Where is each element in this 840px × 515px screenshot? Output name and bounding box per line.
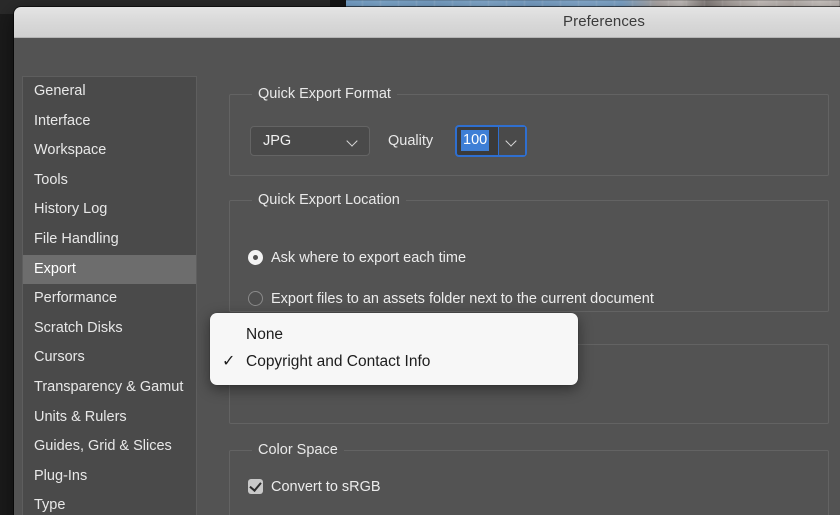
quality-stepper[interactable]: 100 [455,125,527,157]
radio-ask-where-to-export[interactable]: Ask where to export each time [248,250,466,266]
quick-export-format-legend: Quick Export Format [252,86,397,102]
window-title: Preferences [563,13,645,30]
convert-to-srgb-label: Convert to sRGB [271,479,381,495]
sidebar-item-label: Tools [34,171,68,188]
sidebar-item-guides-grid-slices[interactable]: Guides, Grid & Slices [23,432,196,462]
quick-export-format-group: Quick Export Format JPG Quality 100 [229,86,829,176]
sidebar-item-label: Transparency & Gamut [34,378,184,395]
window-body: General Interface Workspace Tools History Lo… [14,38,840,515]
menu-item-label: None [246,326,284,343]
sidebar-item-tools[interactable]: Tools [23,166,196,196]
menu-item-label: Copyright and Contact Info [246,353,431,370]
chevron-down-icon [347,136,358,147]
checkmark-icon [249,479,262,492]
quick-export-location-legend: Quick Export Location [252,192,406,208]
checkbox-indicator-checked [248,479,263,494]
quality-value: 100 [461,130,490,151]
radio-indicator-unselected [248,291,263,306]
sidebar-item-plug-ins[interactable]: Plug-Ins [23,462,196,492]
sidebar-item-file-handling[interactable]: File Handling [23,225,196,255]
screenshot-root: Preferences General Interface Workspace Too… [0,0,840,515]
sidebar-item-type[interactable]: Type [23,491,196,515]
sidebar-item-label: Workspace [34,142,107,159]
sidebar-item-label: Cursors [34,349,85,366]
sidebar-item-label: Performance [34,290,118,307]
quick-export-location-group: Quick Export Location Ask where to expor… [229,192,829,312]
sidebar-item-label: Plug-Ins [34,467,88,484]
sidebar-item-export[interactable]: Export [23,254,196,285]
sidebar-item-label: Guides, Grid & Slices [34,438,172,455]
radio-ask-where-to-export-label: Ask where to export each time [271,250,467,266]
sidebar-item-interface[interactable]: Interface [23,107,196,137]
sidebar-item-transparency-gamut[interactable]: Transparency & Gamut [23,373,196,403]
sidebar-item-scratch-disks[interactable]: Scratch Disks [23,314,196,344]
menu-item-copyright-and-contact-info[interactable]: ✓ Copyright and Contact Info [210,348,578,375]
checkmark-icon: ✓ [222,353,236,370]
radio-indicator-selected [248,250,263,265]
preferences-main-panel: Quick Export Format JPG Quality 100 Quic… [215,76,840,515]
sidebar-item-label: File Handling [34,230,119,247]
export-format-value: JPG [263,133,292,149]
sidebar-item-label: Type [34,497,66,514]
sidebar-item-label: Interface [34,112,91,129]
quality-label: Quality [388,133,434,149]
sidebar-item-label: Export [34,260,76,277]
chevron-down-icon [506,136,517,147]
sidebar-item-cursors[interactable]: Cursors [23,343,196,373]
radio-export-to-assets-folder-label: Export files to an assets folder next to… [271,291,654,307]
sidebar-item-performance[interactable]: Performance [23,284,196,314]
sidebar-item-units-rulers[interactable]: Units & Rulers [23,403,196,433]
sidebar-item-history-log[interactable]: History Log [23,195,196,225]
sidebar-item-general[interactable]: General [23,77,196,107]
menu-item-none[interactable]: None [210,321,578,348]
radio-export-to-assets-folder[interactable]: Export files to an assets folder next to… [248,291,654,307]
sidebar-item-label: History Log [34,201,108,218]
preferences-window: Preferences General Interface Workspace Too… [14,7,840,515]
quality-dropdown-button[interactable] [499,127,525,155]
quality-input[interactable]: 100 [457,127,499,155]
color-space-group: Color Space Convert to sRGB [229,442,829,515]
sidebar-item-label: General [34,83,86,99]
export-format-select[interactable]: JPG [250,126,370,156]
metadata-dropdown-menu[interactable]: None ✓ Copyright and Contact Info [210,313,578,385]
color-space-legend: Color Space [252,442,344,458]
preferences-category-list[interactable]: General Interface Workspace Tools History Lo… [22,76,197,515]
sidebar-item-workspace[interactable]: Workspace [23,136,196,166]
convert-to-srgb-checkbox-row[interactable]: Convert to sRGB [248,479,381,495]
sidebar-item-label: Scratch Disks [34,319,123,336]
sidebar-item-label: Units & Rulers [34,408,127,425]
window-titlebar[interactable]: Preferences [14,7,840,38]
